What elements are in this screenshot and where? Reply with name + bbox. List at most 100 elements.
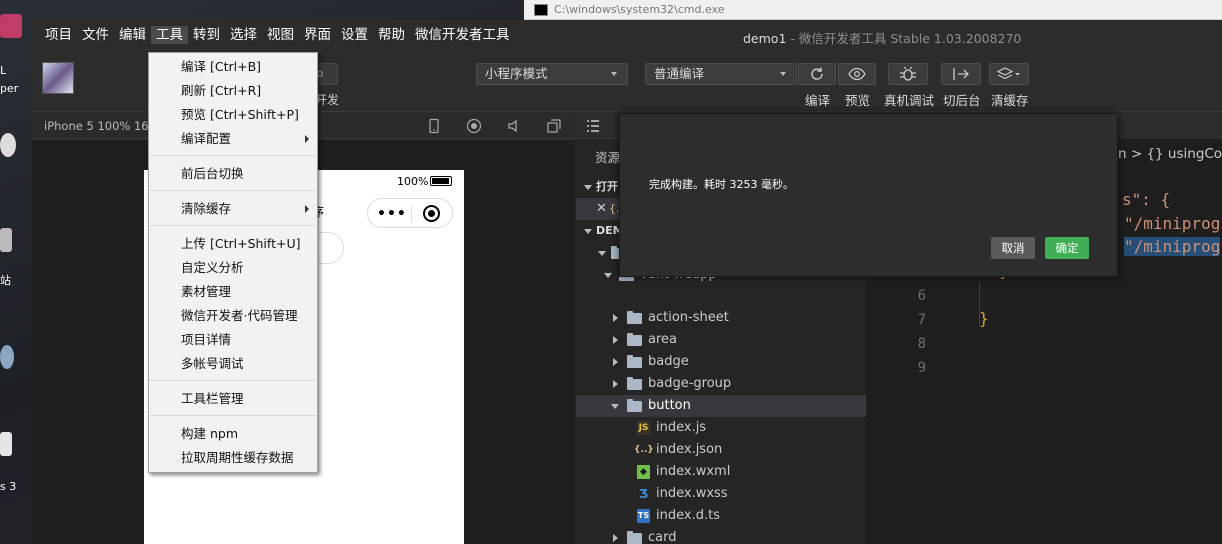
menu-settings[interactable]: 设置: [336, 26, 373, 44]
menu-item-custom-analysis[interactable]: 自定义分析: [149, 257, 317, 279]
settings-app-icon[interactable]: [0, 345, 14, 369]
clear-cache-button[interactable]: [989, 63, 1029, 85]
device-select[interactable]: iPhone 5 100% 16: [44, 119, 149, 133]
folder-row-button[interactable]: button: [576, 395, 866, 417]
folder-row[interactable]: card: [576, 527, 866, 544]
chevron-right-icon: [305, 205, 309, 213]
menu-item-multi-account-debug[interactable]: 多帐号调试: [149, 353, 317, 375]
compile-mode-select[interactable]: 普通编译: [645, 63, 797, 85]
cmd-window-titlebar[interactable]: C:\windows\system32\cmd.exe: [524, 0, 1222, 20]
file-row-js[interactable]: JS index.js: [576, 417, 866, 439]
menu-item-label: 项目详情: [181, 332, 232, 347]
menu-project[interactable]: 项目: [40, 26, 77, 44]
folder-row[interactable]: badge: [576, 351, 866, 373]
battery-percent: 100%: [397, 175, 429, 188]
phone-icon[interactable]: [426, 118, 442, 134]
cancel-button[interactable]: 取消: [991, 237, 1035, 259]
menu-item-label: 构建 npm: [181, 426, 239, 441]
menu-item-refresh[interactable]: 刷新 [Ctrl+R]: [149, 80, 317, 102]
folder-name: badge: [648, 354, 689, 369]
remote-debug-label: 真机调试: [884, 93, 935, 108]
menu-item-fetch-periodic-cache[interactable]: 拉取周期性缓存数据: [149, 447, 317, 469]
recycle-bin-icon[interactable]: [0, 228, 12, 252]
menu-tools[interactable]: 工具: [151, 26, 188, 44]
menu-item-compile-config[interactable]: 编译配置: [149, 128, 317, 150]
menu-view[interactable]: 视图: [262, 26, 299, 44]
wxml-file-icon: ◆: [637, 465, 650, 479]
menu-item-compile[interactable]: 编译 [Ctrl+B]: [149, 56, 317, 78]
preview-button[interactable]: [838, 63, 876, 85]
folder-icon: [627, 333, 642, 346]
menu-item-upload[interactable]: 上传 [Ctrl+Shift+U]: [149, 233, 317, 255]
window-title: demo1 - 微信开发者工具 Stable 1.03.2008270: [743, 28, 1021, 47]
chevron-down-icon: [598, 251, 606, 256]
mysql-icon[interactable]: [0, 14, 22, 38]
chevron-right-icon: [613, 534, 618, 542]
menu-file[interactable]: 文件: [77, 26, 114, 44]
menu-wechat-devtools[interactable]: 微信开发者工具: [410, 26, 515, 44]
file-row-ts[interactable]: TS index.d.ts: [576, 505, 866, 527]
menu-item-foreground-background[interactable]: 前后台切换: [149, 163, 317, 185]
folder-row[interactable]: action-sheet: [576, 307, 866, 329]
close-icon[interactable]: ✕: [596, 198, 607, 220]
folder-row[interactable]: badge-group: [576, 373, 866, 395]
menu-item-preview[interactable]: 预览 [Ctrl+Shift+P]: [149, 104, 317, 126]
volume-icon[interactable]: [506, 118, 522, 134]
remote-debug-button[interactable]: [888, 63, 928, 85]
open-editors-label: 打开: [596, 180, 618, 193]
app-version: - 微信开发者工具 Stable 1.03.2008270: [786, 31, 1022, 46]
folder-name: area: [648, 332, 677, 347]
file-name: index.js: [656, 420, 707, 435]
line-number: 7: [917, 312, 926, 328]
compile-mode-value: 普通编译: [654, 66, 705, 81]
list-icon[interactable]: [586, 119, 600, 133]
menu-item-clear-cache[interactable]: 清除缓存: [149, 198, 317, 220]
background-switch-button[interactable]: [941, 63, 981, 85]
code-string-line: "/miniprog: [1124, 214, 1221, 233]
menu-item-project-details[interactable]: 项目详情: [149, 329, 317, 351]
chevron-right-icon: [613, 314, 618, 322]
file-row-json[interactable]: {..} index.json: [576, 439, 866, 461]
more-icon[interactable]: •••: [377, 206, 407, 222]
wechat-icon[interactable]: [0, 133, 16, 157]
chevron-down-icon: [584, 229, 592, 234]
menu-help[interactable]: 帮助: [373, 26, 410, 44]
tools-menu: 编译 [Ctrl+B] 刷新 [Ctrl+R] 预览 [Ctrl+Shift+P…: [148, 52, 318, 473]
confirm-button[interactable]: 确定: [1045, 237, 1089, 259]
demo-button[interactable]: [314, 232, 344, 264]
json-file-icon: {..}: [634, 445, 654, 455]
chevron-down-icon: [604, 273, 612, 278]
menu-interface[interactable]: 界面: [299, 26, 336, 44]
menu-item-toolbar-management[interactable]: 工具栏管理: [149, 388, 317, 410]
dialog-message: 完成构建。耗时 3253 毫秒。: [649, 178, 794, 191]
breadcrumb: n > {} usingCom: [1118, 146, 1222, 162]
ts-file-icon: TS: [637, 509, 650, 523]
menu-bar: 项目 文件 编辑 工具 转到 选择 视图 界面 设置 帮助 微信开发者工具: [40, 26, 515, 44]
user-avatar[interactable]: [42, 62, 74, 94]
cmd-icon: [534, 4, 548, 16]
battery-icon: [430, 176, 452, 186]
folder-icon: [627, 531, 642, 544]
mode-select[interactable]: 小程序模式: [476, 63, 628, 85]
document-app-icon[interactable]: [0, 432, 12, 456]
file-row-wxml[interactable]: ◆ index.wxml: [576, 461, 866, 483]
file-row-wxss[interactable]: Ʒ index.wxss: [576, 483, 866, 505]
preview-label: 预览: [845, 93, 871, 108]
detach-window-icon[interactable]: [546, 118, 562, 134]
menu-select[interactable]: 选择: [225, 26, 262, 44]
menu-divider: [150, 225, 316, 226]
menu-goto[interactable]: 转到: [188, 26, 225, 44]
menu-item-asset-management[interactable]: 素材管理: [149, 281, 317, 303]
layers-icon: [997, 67, 1020, 80]
record-icon[interactable]: [466, 118, 482, 134]
close-target-icon[interactable]: [423, 205, 440, 222]
menu-item-build-npm[interactable]: 构建 npm: [149, 423, 317, 445]
folder-name: action-sheet: [648, 310, 729, 325]
menu-item-code-management[interactable]: 微信开发者·代码管理: [149, 305, 317, 327]
folder-row[interactable]: area: [576, 329, 866, 351]
chevron-right-icon: [305, 135, 309, 143]
compile-button[interactable]: [798, 63, 836, 85]
menu-edit[interactable]: 编辑: [114, 26, 151, 44]
menu-item-label: 自定义分析: [181, 260, 244, 275]
build-complete-dialog: 完成构建。耗时 3253 毫秒。 取消 确定: [619, 113, 1118, 277]
